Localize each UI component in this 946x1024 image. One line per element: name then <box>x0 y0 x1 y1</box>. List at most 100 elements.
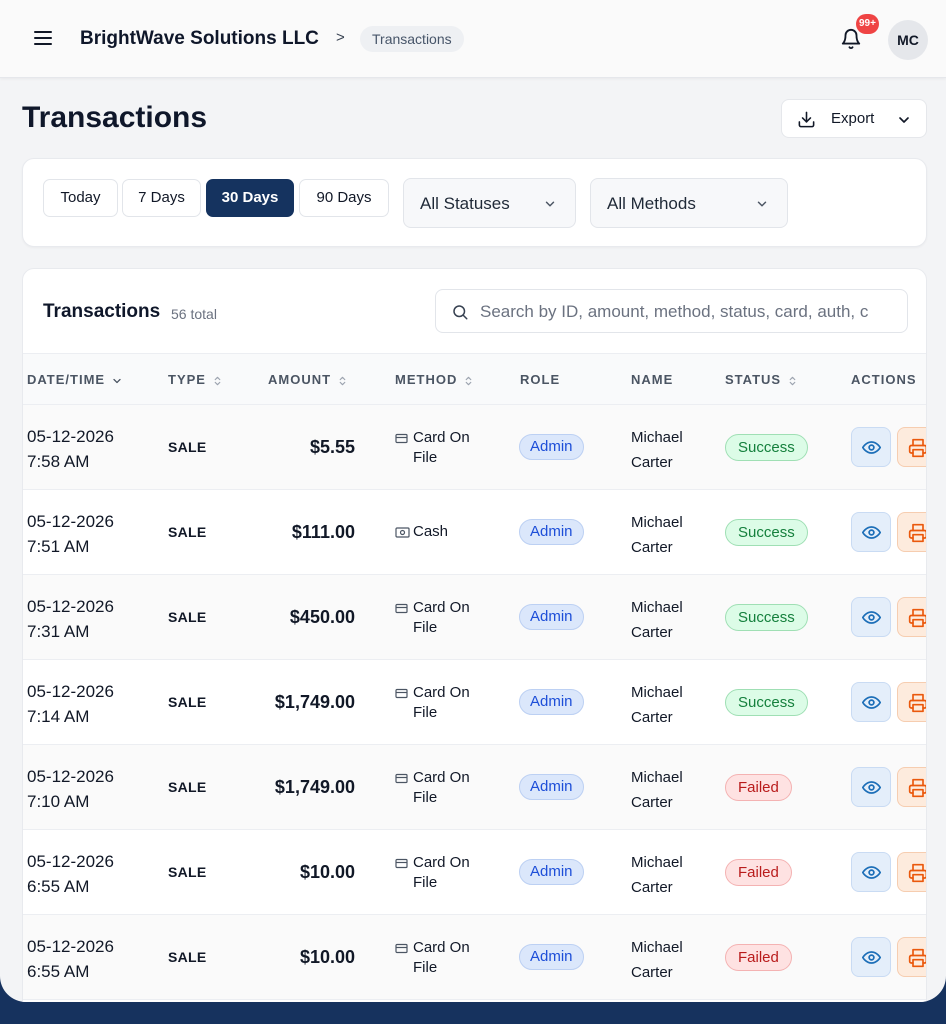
table-row[interactable]: 05-12-2026 7:58 AM SALE $5.55 Card On File… <box>23 405 926 490</box>
view-button[interactable] <box>851 767 891 807</box>
search-input[interactable] <box>480 300 900 324</box>
table-row[interactable]: 05-12-2026 7:10 AM SALE $1,749.00 Card On… <box>23 745 926 830</box>
column-header-amount[interactable]: AMOUNT <box>268 372 348 388</box>
print-button[interactable] <box>897 512 926 552</box>
table-row[interactable]: 05-12-2026 7:51 AM SALE $111.00 Cash Admi… <box>23 490 926 575</box>
name-cell: Michael Carter <box>631 599 683 641</box>
status-badge: Failed <box>725 859 792 886</box>
page-title: Transactions <box>22 101 208 134</box>
print-button[interactable] <box>897 427 926 467</box>
eye-icon <box>862 951 881 964</box>
role-badge: Admin <box>519 944 584 970</box>
print-button[interactable] <box>897 597 926 637</box>
method-cell: Cash <box>395 522 495 566</box>
printer-icon <box>908 863 926 883</box>
eye-icon <box>862 526 881 539</box>
column-header-actions: ACTIONS <box>851 372 917 387</box>
card-icon <box>395 603 408 614</box>
table-title: Transactions <box>43 301 161 322</box>
company-name: BrightWave Solutions LLC <box>80 28 319 49</box>
search-box <box>435 289 908 333</box>
view-button[interactable] <box>851 512 891 552</box>
card-icon <box>395 433 408 444</box>
view-button[interactable] <box>851 597 891 637</box>
card-icon <box>395 688 408 699</box>
type-cell: SALE <box>168 949 207 965</box>
print-button[interactable] <box>897 937 926 977</box>
role-badge: Admin <box>519 434 584 460</box>
method-filter-value: All Methods <box>607 194 696 213</box>
chevron-down-icon <box>899 117 909 123</box>
datetime-cell: 05-12-2026 7:31 AM <box>27 597 114 641</box>
top-header: BrightWave Solutions LLC > Transactions … <box>0 0 946 78</box>
type-cell: SALE <box>168 779 207 795</box>
avatar[interactable]: MC <box>888 20 928 60</box>
status-badge: Failed <box>725 774 792 801</box>
status-badge: Success <box>725 604 808 631</box>
table-row[interactable]: 05-12-2026 7:31 AM SALE $450.00 Card On Fi… <box>23 575 926 660</box>
datetime-cell: 05-12-2026 6:55 AM <box>27 937 114 981</box>
method-filter-select[interactable]: All Methods <box>590 178 788 228</box>
status-badge: Success <box>725 519 808 546</box>
printer-icon <box>908 438 926 458</box>
breadcrumb-current[interactable]: Transactions <box>360 26 464 52</box>
range-7-days-button[interactable]: 7 Days <box>122 179 201 217</box>
view-button[interactable] <box>851 682 891 722</box>
card-icon <box>395 943 408 954</box>
table-row[interactable]: 05-12-2026 6:55 AM SALE $10.00 Card On Fil… <box>23 830 926 915</box>
cash-icon <box>395 527 410 538</box>
column-header-type[interactable]: TYPE <box>168 372 223 388</box>
export-button[interactable]: Export <box>781 99 927 138</box>
status-filter-select[interactable]: All Statuses <box>403 178 576 228</box>
column-header-method[interactable]: METHOD <box>395 372 474 388</box>
range-today-button[interactable]: Today <box>43 179 118 217</box>
range-90-days-button[interactable]: 90 Days <box>299 179 389 217</box>
printer-icon <box>908 693 926 713</box>
print-button[interactable] <box>897 682 926 722</box>
amount-cell: $5.55 <box>309 437 355 457</box>
table-count: 56 total <box>171 306 217 322</box>
status-badge: Success <box>725 434 808 461</box>
amount-cell: $450.00 <box>289 607 355 627</box>
amount-cell: $10.00 <box>299 947 355 967</box>
chevron-down-icon <box>545 201 555 207</box>
table-header: DATE/TIME TYPE AMOUNT METHOD ROLE NAME S… <box>23 353 926 405</box>
column-header-datetime[interactable]: DATE/TIME <box>27 372 123 387</box>
view-button[interactable] <box>851 427 891 467</box>
name-cell: Michael Carter <box>631 429 683 471</box>
name-cell: Michael Carter <box>631 514 683 556</box>
card-icon <box>395 773 408 784</box>
status-badge: Failed <box>725 944 792 971</box>
app-window: BrightWave Solutions LLC > Transactions … <box>0 0 946 1002</box>
datetime-cell: 05-12-2026 7:51 AM <box>27 512 114 556</box>
name-cell: Michael Carter <box>631 684 683 726</box>
printer-icon <box>908 608 926 628</box>
notification-badge: 99+ <box>856 14 879 34</box>
type-cell: SALE <box>168 694 207 710</box>
column-header-role: ROLE <box>520 372 561 387</box>
print-button[interactable] <box>897 852 926 892</box>
amount-cell: $111.00 <box>291 522 355 542</box>
method-cell: Card On File <box>395 853 495 897</box>
table-row[interactable]: 05-12-2026 7:14 AM SALE $1,749.00 Card On… <box>23 660 926 745</box>
printer-icon <box>908 778 926 798</box>
menu-icon[interactable] <box>34 31 52 47</box>
eye-icon <box>862 611 881 624</box>
role-badge: Admin <box>519 859 584 885</box>
method-cell: Card On File <box>395 598 495 642</box>
role-badge: Admin <box>519 774 584 800</box>
view-button[interactable] <box>851 937 891 977</box>
method-cell: Card On File <box>395 428 495 472</box>
datetime-cell: 05-12-2026 6:55 AM <box>27 852 114 896</box>
method-cell: Card On File <box>395 938 495 982</box>
sort-icon <box>789 376 796 385</box>
status-filter-value: All Statuses <box>420 194 510 213</box>
chevron-down-icon <box>757 201 767 207</box>
view-button[interactable] <box>851 852 891 892</box>
type-cell: SALE <box>168 609 207 625</box>
table-row[interactable]: 05-12-2026 6:55 AM SALE $10.00 Card On Fil… <box>23 915 926 1000</box>
range-30-days-button[interactable]: 30 Days <box>206 179 294 217</box>
print-button[interactable] <box>897 767 926 807</box>
column-header-status[interactable]: STATUS <box>725 372 798 388</box>
search-icon <box>453 305 468 320</box>
